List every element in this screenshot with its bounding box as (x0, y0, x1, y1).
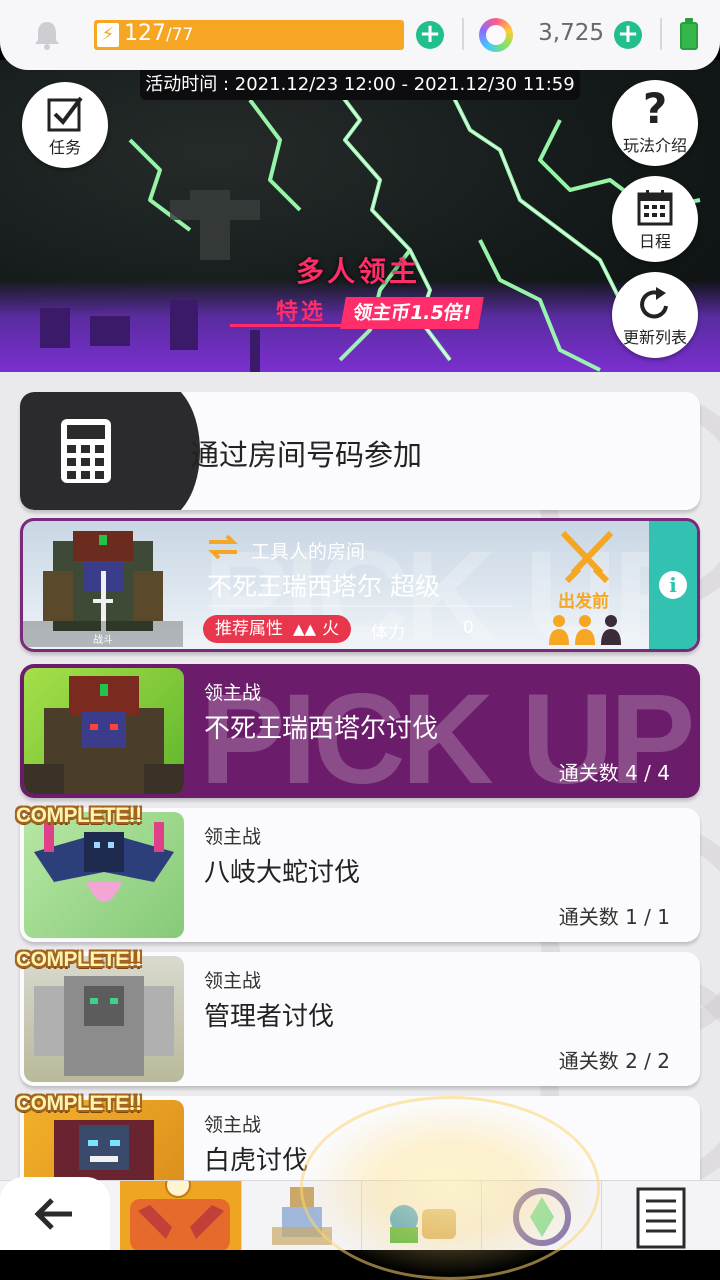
stamina-current: 127 (124, 21, 166, 46)
event-banner[interactable]: 活动时间 : 2021.12/23 12:00 - 2021.12/30 11:… (0, 60, 720, 372)
crest-icon (513, 1188, 571, 1246)
join-by-room-number-button[interactable]: 通过房间号码参加 (20, 392, 700, 510)
crossed-swords-icon (560, 530, 614, 584)
join-by-room-number-label: 通过房间号码参加 (190, 438, 423, 472)
bell-icon[interactable] (30, 18, 64, 52)
calendar-icon (637, 190, 673, 226)
boss-icon (130, 1172, 230, 1251)
attribute-value: 火 (322, 619, 340, 639)
complete-badge: COMPLETE!! (16, 1092, 142, 1115)
boss-thumbnail (24, 956, 184, 1082)
missions-button[interactable]: 任务 (22, 82, 108, 168)
quest-clear-count: 通关数 1 / 1 (558, 905, 670, 929)
banner-subtitle: 特选 (276, 300, 327, 325)
room-info-button[interactable]: i (649, 521, 697, 649)
stamina-bar: ⚡ 127/77 (94, 20, 404, 50)
party-members-icon (549, 615, 621, 645)
divider (462, 18, 464, 50)
stamina-label: 体力 (371, 623, 405, 643)
complete-badge: COMPLETE!! (16, 948, 142, 971)
stamina-value: 0 (463, 618, 474, 638)
how-to-play-button[interactable]: ? 玩法介绍 (612, 80, 698, 166)
attribute-label: 推荐属性 (215, 619, 283, 639)
refresh-icon (640, 287, 668, 319)
battle-label: 战斗 (93, 635, 113, 646)
orochi-sprite (34, 822, 174, 902)
gem-icon (479, 18, 513, 52)
undead-king-sprite (23, 531, 183, 647)
schedule-button[interactable]: 日程 (612, 176, 698, 262)
banner-bonus-tag: 领主币1.5倍! (340, 297, 485, 329)
status-bar: ⚡ 127/77 + 3,725 + (0, 0, 720, 70)
room-boss-name: 不死王瑞西塔尔 超级 (207, 572, 440, 601)
system-bar (0, 1250, 720, 1280)
refresh-list-label: 更新列表 (622, 328, 687, 347)
back-arrow-icon (34, 1198, 72, 1230)
info-icon: i (659, 571, 687, 599)
undead-king-sprite (24, 676, 184, 794)
quest-clear-count: 通关数 4 / 4 (558, 761, 670, 785)
divider (660, 18, 662, 50)
quest-name: 八岐大蛇讨伐 (204, 858, 361, 888)
list-icon (636, 1187, 686, 1249)
question-icon: ? (642, 84, 668, 133)
missions-label: 任务 (48, 138, 81, 157)
boss-thumbnail (24, 812, 184, 938)
quest-clear-count: 通关数 2 / 2 (558, 1049, 670, 1073)
how-to-play-label: 玩法介绍 (622, 136, 687, 155)
fire-icon: ▲▲ (293, 620, 317, 638)
quest-name: 管理者讨伐 (204, 1002, 335, 1032)
quest-name: 不死王瑞西塔尔讨伐 (204, 714, 439, 744)
room-status: 出发前 (558, 592, 609, 612)
calculator-icon (61, 419, 111, 483)
room-host: 工具人的房间 (251, 541, 366, 563)
checkbox-icon (47, 96, 83, 132)
add-stamina-button[interactable]: + (416, 21, 444, 49)
quest-card[interactable]: 领主战 八岐大蛇讨伐 通关数 1 / 1 (20, 808, 700, 942)
swap-icon (208, 535, 238, 559)
bottom-navigation (0, 1172, 720, 1251)
quest-name: 白虎讨伐 (204, 1146, 309, 1176)
stamina-max: /77 (166, 25, 194, 45)
coin-count: 3,725 (538, 20, 604, 46)
nav-items-tab[interactable] (362, 1181, 482, 1251)
nav-character-tab[interactable] (242, 1181, 362, 1251)
battery-icon (680, 18, 698, 50)
quest-list[interactable]: 通过房间号码参加 PICK UP 战斗 工具人的房间 不死王瑞西塔尔 超级 推荐… (0, 372, 720, 1180)
banner-title: 多人领主 (296, 255, 421, 288)
nav-crest-tab[interactable] (482, 1181, 602, 1251)
complete-badge: COMPLETE!! (16, 804, 142, 827)
knight-icon (272, 1187, 332, 1245)
nav-boss-tab[interactable] (120, 1172, 242, 1251)
banner-underline (230, 324, 350, 327)
quest-card[interactable]: 领主战 管理者讨伐 通关数 2 / 2 (20, 952, 700, 1086)
add-coins-button[interactable]: + (614, 21, 642, 49)
nav-menu-tab[interactable] (602, 1181, 720, 1251)
room-card[interactable]: PICK UP 战斗 工具人的房间 不死王瑞西塔尔 超级 推荐属性 ▲▲ 火 体… (20, 518, 700, 652)
back-button[interactable] (0, 1177, 110, 1251)
recommended-attribute: 推荐属性 ▲▲ 火 (203, 615, 352, 643)
boss-thumbnail (24, 668, 184, 794)
schedule-label: 日程 (638, 232, 671, 251)
event-time: 活动时间 : 2021.12/23 12:00 - 2021.12/30 11:… (140, 70, 580, 100)
lightning-icon: ⚡ (97, 23, 119, 47)
quest-card[interactable]: PICK UP 领主战 不死王瑞西塔尔讨伐 通关数 4 / 4 (20, 664, 700, 798)
administrator-sprite (34, 976, 174, 1076)
quest-category: 领主战 (204, 826, 262, 848)
refresh-list-button[interactable]: 更新列表 (612, 272, 698, 358)
items-icon (390, 1205, 456, 1243)
quest-category: 领主战 (204, 682, 262, 704)
quest-category: 领主战 (204, 970, 262, 992)
quest-category: 领主战 (204, 1114, 262, 1136)
